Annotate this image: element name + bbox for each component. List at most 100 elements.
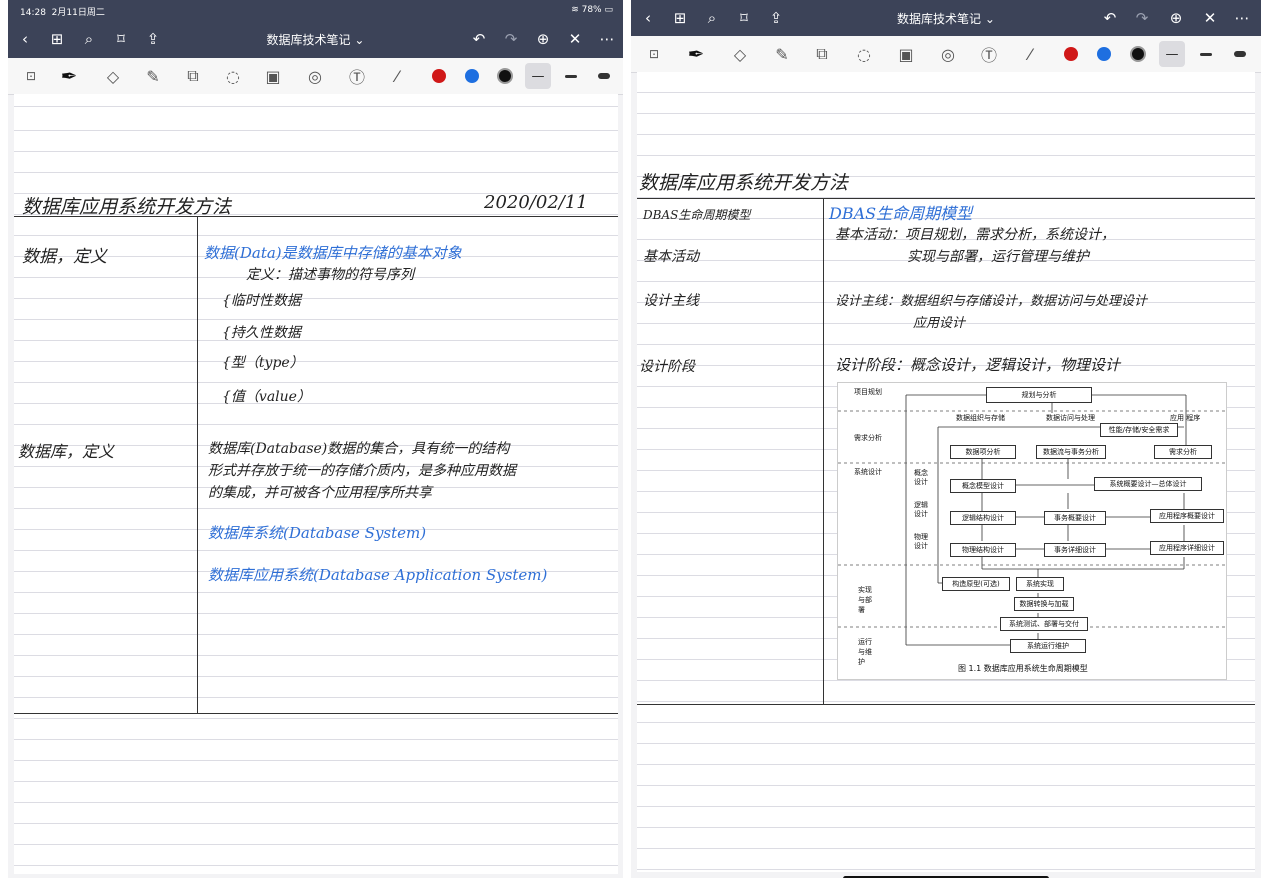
sub-phase-label: 逻辑设计 — [914, 501, 928, 518]
track-label: 数据访问与处理 — [1046, 414, 1095, 422]
highlighter-icon[interactable]: ✎ — [138, 58, 168, 94]
phase-label: 运行与维护 — [858, 638, 872, 666]
box-perf: 性能/存储/安全需求 — [1100, 423, 1178, 437]
text-icon[interactable]: Ⓣ — [342, 58, 372, 94]
color-red[interactable] — [1056, 36, 1086, 72]
right-ipad-screen: ‹ ⊞ ⌕ ⌑ ⇪ 数据库技术笔记 ⌄ ↶ ↷ ⊕ ✕ ⋯ ⊡ ✒ ◇ ✎ ⧉ … — [631, 0, 1261, 878]
row-key: 设计阶段 — [639, 359, 695, 375]
tool-bar: ⊡ ✒ ◇ ✎ ⧉ ◌ ▣ ◎ Ⓣ ⁄ — [8, 58, 623, 95]
row-line: 数据库应用系统(Database Application System) — [208, 566, 548, 584]
image-icon[interactable]: ▣ — [891, 36, 921, 72]
note-heading: 数据库应用系统开发方法 — [639, 172, 849, 194]
shapes-icon[interactable]: ⧉ — [807, 36, 837, 72]
undo-icon[interactable]: ↶ — [466, 20, 492, 58]
box-txn-detail: 事务详细设计 — [1044, 543, 1106, 557]
row-value: 应用设计 — [913, 316, 966, 331]
share-icon[interactable]: ⇪ — [140, 20, 166, 58]
track-label: 数据组织与存储 — [956, 414, 1005, 422]
track-label: 应用 程序 — [1170, 414, 1201, 422]
home-indicator[interactable] — [843, 876, 1049, 878]
close-icon[interactable]: ✕ — [562, 20, 588, 58]
laser-icon[interactable]: ⁄ — [1015, 36, 1045, 72]
color-red[interactable] — [424, 58, 454, 94]
stroke-thick[interactable] — [589, 58, 619, 94]
pen-icon[interactable]: ✒ — [681, 36, 711, 72]
row-line: {临时性数据 — [222, 293, 301, 309]
column-divider — [823, 198, 824, 704]
column-divider — [197, 216, 198, 713]
eraser-icon[interactable]: ◇ — [725, 36, 755, 72]
highlighter-icon[interactable]: ✎ — [767, 36, 797, 72]
stroke-medium[interactable] — [556, 58, 586, 94]
grid-icon[interactable]: ⊞ — [667, 0, 693, 36]
add-page-icon[interactable]: ⊕ — [1163, 0, 1189, 36]
reader-icon[interactable]: ⊡ — [16, 58, 46, 94]
notebook-title-button[interactable]: 数据库技术笔记 ⌄ — [267, 31, 365, 48]
row-line: 形式并存放于统一的存储介质内，是多种应用数据 — [208, 463, 516, 479]
stroke-thick[interactable] — [1225, 36, 1255, 72]
shapes-icon[interactable]: ⧉ — [178, 58, 208, 94]
back-icon[interactable]: ‹ — [12, 20, 38, 58]
close-icon[interactable]: ✕ — [1197, 0, 1223, 36]
reader-icon[interactable]: ⊡ — [639, 36, 669, 72]
lasso-icon[interactable]: ◌ — [218, 58, 248, 94]
stroke-thin[interactable] — [1157, 36, 1187, 72]
eraser-icon[interactable]: ◇ — [98, 58, 128, 94]
phase-label: 系统设计 — [854, 468, 882, 476]
lifecycle-diagram[interactable]: 项目规划 需求分析 系统设计 实现与部署 运行与维护 概念设计 逻辑设计 物理设… — [837, 382, 1227, 680]
row-line: {型（type） — [222, 355, 304, 371]
camera-icon[interactable]: ◎ — [933, 36, 963, 72]
box-flow: 数据流与事务分析 — [1036, 445, 1106, 459]
note-page[interactable]: 数据库应用系统开发方法 2020/02/11 数据，定义 数据(Data)是数据… — [14, 94, 618, 874]
box-load: 数据转换与加载 — [1014, 597, 1074, 611]
box-phys: 物理结构设计 — [950, 543, 1016, 557]
color-blue[interactable] — [1089, 36, 1119, 72]
color-black[interactable] — [1123, 36, 1153, 72]
row-line: 定义：描述事物的符号序列 — [246, 267, 414, 283]
sub-phase-label: 物理设计 — [914, 533, 928, 550]
grid-icon[interactable]: ⊞ — [44, 20, 70, 58]
box-impl: 系统实现 — [1016, 577, 1064, 591]
stroke-thin[interactable] — [523, 58, 553, 94]
nav-bar: ‹ ⊞ ⌕ ⌑ ⇪ 数据库技术笔记 ⌄ ↶ ↷ ⊕ ✕ ⋯ — [8, 20, 623, 58]
box-proto: 构造原型(可选) — [942, 577, 1010, 591]
notebook-title-button[interactable]: 数据库技术笔记 ⌄ — [897, 10, 995, 27]
color-blue[interactable] — [457, 58, 487, 94]
row-line: {持久性数据 — [222, 325, 301, 341]
row-line: 数据库系统(Database System) — [208, 524, 427, 542]
box-app-overview: 应用程序概要设计 — [1150, 509, 1224, 523]
phase-label: 项目规划 — [854, 388, 882, 396]
stroke-medium[interactable] — [1191, 36, 1221, 72]
lasso-icon[interactable]: ◌ — [849, 36, 879, 72]
image-icon[interactable]: ▣ — [258, 58, 288, 94]
box-sys-overview: 系统概要设计—总体设计 — [1094, 477, 1202, 491]
share-icon[interactable]: ⇪ — [763, 0, 789, 36]
redo-icon[interactable]: ↷ — [498, 20, 524, 58]
camera-icon[interactable]: ◎ — [300, 58, 330, 94]
row-key: 数据，定义 — [22, 247, 107, 267]
bookmark-icon[interactable]: ⌑ — [731, 0, 757, 36]
laser-icon[interactable]: ⁄ — [382, 58, 412, 94]
search-icon[interactable]: ⌕ — [76, 20, 102, 58]
color-black[interactable] — [490, 58, 520, 94]
row-line: 数据库(Database)数据的集合，具有统一的结构 — [208, 441, 510, 457]
bookmark-icon[interactable]: ⌑ — [108, 20, 134, 58]
row-value: 设计主线：数据组织与存储设计，数据访问与处理设计 — [835, 294, 1148, 309]
row-value: DBAS生命周期模型 — [829, 204, 973, 223]
text-icon[interactable]: Ⓣ — [974, 36, 1004, 72]
more-icon[interactable]: ⋯ — [1229, 0, 1255, 36]
row-value: 基本活动：项目规划，需求分析，系统设计， — [835, 227, 1115, 243]
redo-icon[interactable]: ↷ — [1129, 0, 1155, 36]
add-page-icon[interactable]: ⊕ — [530, 20, 556, 58]
table-bottom-line — [14, 713, 618, 714]
back-icon[interactable]: ‹ — [635, 0, 661, 36]
search-icon[interactable]: ⌕ — [699, 0, 725, 36]
row-key: DBAS生命周期模型 — [643, 208, 751, 222]
undo-icon[interactable]: ↶ — [1097, 0, 1123, 36]
pen-icon[interactable]: ✒ — [54, 58, 84, 94]
more-icon[interactable]: ⋯ — [594, 20, 620, 58]
row-value: 实现与部署，运行管理与维护 — [907, 249, 1089, 265]
box-req: 需求分析 — [1154, 445, 1212, 459]
note-page[interactable]: 数据库应用系统开发方法 DBAS生命周期模型 DBAS生命周期模型 基本活动 基… — [637, 72, 1255, 872]
box-concept: 概念模型设计 — [950, 479, 1016, 493]
